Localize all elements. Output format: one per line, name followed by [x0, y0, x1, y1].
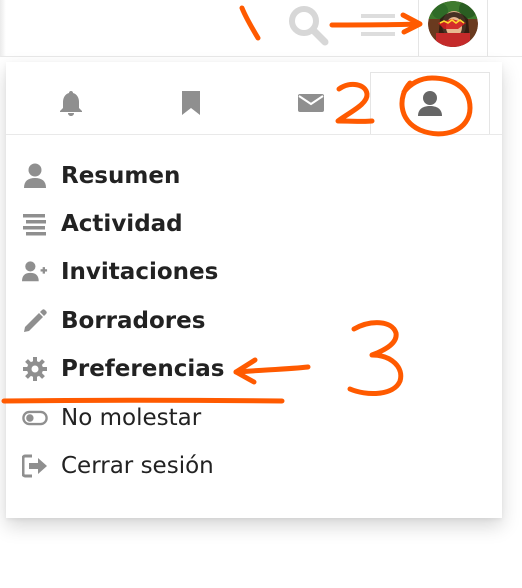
avatar-picture [428, 1, 478, 47]
hamburger-menu-button[interactable] [350, 0, 406, 50]
tab-messages[interactable] [266, 72, 356, 134]
header-bar [0, 0, 522, 57]
menu-label-actividad: Actividad [61, 211, 183, 237]
stream-icon [22, 211, 48, 237]
hamburger-menu-icon [361, 14, 395, 36]
menu-item-borradores[interactable]: Borradores [6, 299, 502, 343]
search-button[interactable] [280, 0, 336, 50]
menu-item-cerrar-sesion[interactable]: Cerrar sesión [6, 444, 502, 488]
menu-label-cerrar-sesion: Cerrar sesión [61, 453, 214, 479]
search-icon [289, 6, 329, 46]
menu-item-preferencias[interactable]: Preferencias [6, 347, 502, 391]
user-icon [418, 90, 442, 116]
menu-label-borradores: Borradores [61, 308, 206, 334]
pencil-icon [22, 308, 48, 334]
user-avatar-button[interactable] [418, 0, 488, 56]
header-edge [0, 0, 6, 56]
user-menu-panel: Resumen Actividad Invitaciones Borradore… [6, 62, 502, 518]
toggle-off-icon [22, 405, 48, 431]
menu-item-actividad[interactable]: Actividad [6, 202, 502, 246]
envelope-icon [298, 94, 324, 112]
bookmark-icon [182, 91, 200, 115]
menu-item-no-molestar[interactable]: No molestar [6, 396, 502, 440]
menu-item-invitaciones[interactable]: Invitaciones [6, 250, 502, 294]
tab-bookmarks[interactable] [146, 72, 236, 134]
user-avatar [428, 1, 478, 47]
tab-notifications[interactable] [26, 72, 116, 134]
bell-icon [60, 91, 82, 116]
menu-label-no-molestar: No molestar [61, 405, 202, 431]
menu-label-invitaciones: Invitaciones [61, 259, 219, 285]
user-plus-icon [22, 259, 48, 285]
tab-profile[interactable] [370, 72, 490, 134]
user-icon [22, 163, 48, 189]
gear-icon [22, 356, 48, 382]
menu-item-resumen[interactable]: Resumen [6, 154, 502, 198]
menu-label-preferencias: Preferencias [61, 356, 225, 382]
menu-label-resumen: Resumen [61, 163, 181, 189]
user-menu-tabs [6, 72, 502, 135]
sign-out-icon [22, 453, 48, 479]
